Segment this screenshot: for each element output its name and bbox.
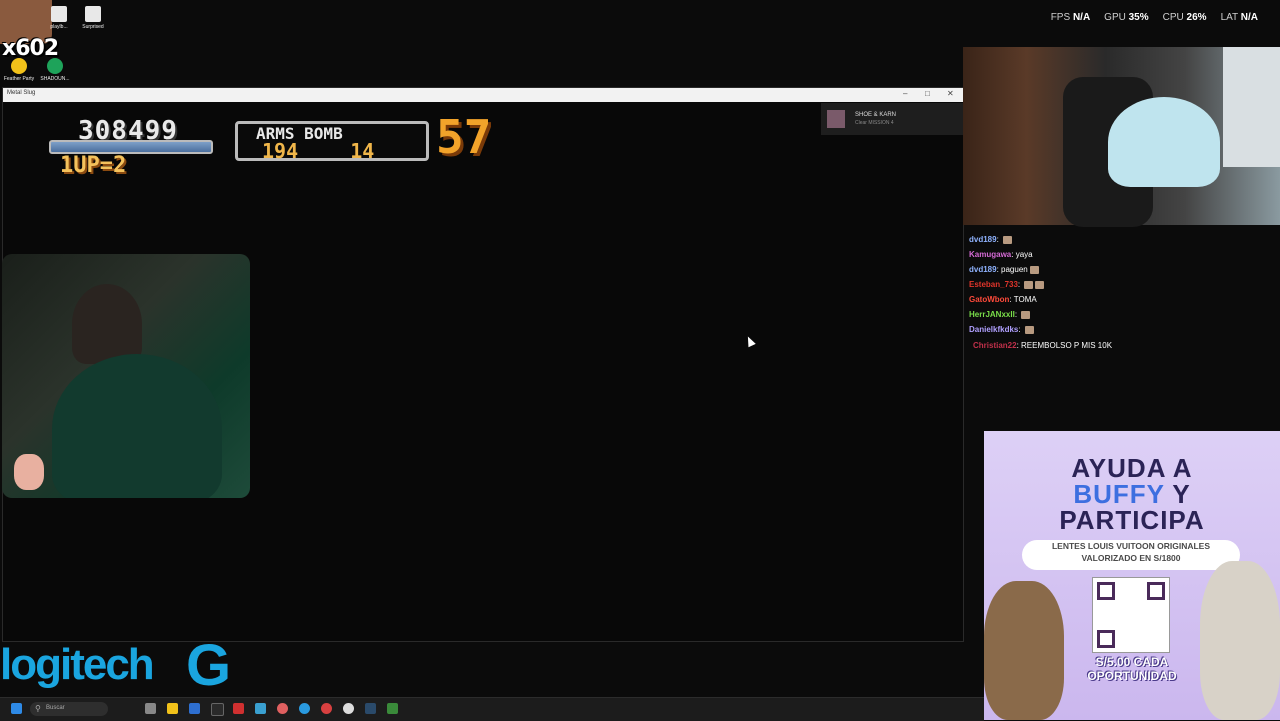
steam-icon[interactable] [365, 703, 376, 714]
prize-line2: VALORIZADO EN S/1800 [1081, 553, 1181, 563]
emote-icon [1029, 265, 1039, 274]
edge-icon[interactable] [299, 703, 310, 714]
dog-left [984, 581, 1064, 720]
app-icon[interactable] [211, 703, 224, 716]
maximize-icon[interactable]: □ [925, 89, 930, 98]
minimize-icon[interactable]: – [903, 89, 907, 98]
lat-stat: LAT N/A [1220, 12, 1258, 23]
desktop-icon[interactable]: SHADOUN... [38, 58, 72, 82]
arms-count: 194 [262, 139, 299, 163]
streamer-head [1108, 97, 1220, 187]
emote-icon [1035, 280, 1045, 289]
shelf [1223, 47, 1280, 167]
qr-code[interactable] [1092, 577, 1170, 653]
arms-bomb-values: 194 14 [262, 139, 374, 163]
chat-message: dvd189: [969, 235, 1013, 244]
cpu-stat: CPU 26% [1162, 12, 1207, 23]
chat-message: GatoWbon: TOMA [969, 295, 1037, 304]
webcam-left [2, 254, 250, 498]
app-icon[interactable] [277, 703, 288, 714]
achievement-icon [827, 110, 845, 128]
app-icon[interactable] [255, 703, 266, 714]
pig-sticker [14, 454, 44, 490]
taskbar-search[interactable]: ⚲ Buscar [30, 702, 108, 716]
emote-icon [1024, 280, 1034, 289]
gpu-stat: GPU 35% [1104, 12, 1149, 23]
chat-message: Danielkfkdks: [969, 325, 1034, 334]
streamer-head [72, 284, 142, 364]
mouse-cursor-icon [744, 334, 756, 348]
prize-line1: LENTES LOUIS VUITOON ORIGINALES [1051, 541, 1211, 551]
logitech-g-logo: G [186, 633, 232, 698]
bomb-count: 14 [350, 139, 375, 163]
achievement-desc: Clear MISSION 4 [855, 120, 894, 126]
app-icon[interactable] [233, 703, 244, 714]
chat-message: dvd189: paguen [969, 265, 1039, 274]
desktop-icon-label: Surprised [82, 24, 104, 30]
promo-line3: PARTICIPA [1059, 505, 1205, 535]
fps-stat: FPS N/A [1050, 12, 1091, 23]
chat-message: Esteban_733: [969, 280, 1045, 289]
combo-counter: x602 [2, 36, 59, 61]
file-icon [85, 6, 101, 22]
webcam-right [963, 47, 1280, 227]
window-title: Metal Slug [7, 90, 36, 96]
arms-bomb-panel: ARMS BOMB 194 14 [235, 121, 429, 163]
chat-message: Kamugawa: yaya [969, 250, 1033, 259]
achievement-title: SHOE & KARN [855, 112, 897, 118]
app-icon[interactable] [189, 703, 200, 714]
file-icon [51, 6, 67, 22]
emote-icon [1024, 325, 1034, 334]
chat-message: Christian22: REEMBOLSO P MIS 10K [973, 341, 1113, 350]
desktop-icon[interactable]: Feather Party [2, 58, 36, 82]
prize-pill: LENTES LOUIS VUITOON ORIGINALES VALORIZA… [1022, 540, 1240, 570]
dog-right [1200, 561, 1280, 720]
desktop-icon-label: Feather Party [3, 76, 35, 82]
chat-message: HerrJANxxII: [969, 310, 1031, 319]
game-icon[interactable] [387, 703, 398, 714]
chrome-icon[interactable] [321, 703, 332, 714]
emote-icon [1003, 235, 1013, 244]
search-placeholder: Buscar [46, 705, 65, 711]
close-icon[interactable]: ✕ [947, 89, 954, 98]
desktop-icon-label: playlb... [50, 24, 68, 30]
life-bar [49, 140, 213, 154]
file-explorer-icon[interactable] [167, 703, 178, 714]
window-titlebar[interactable]: Metal Slug – □ ✕ [3, 88, 963, 102]
desktop-icon-label: SHADOUN... [40, 76, 70, 82]
desktop-icon[interactable]: playlb... [42, 6, 76, 30]
windows-start-icon[interactable] [11, 703, 22, 714]
desktop-icon[interactable]: Surprised [76, 6, 110, 30]
lives-counter: 1UP=2 [60, 153, 127, 178]
logitech-logo: logitech [0, 640, 155, 689]
emote-icon [1021, 310, 1031, 319]
mission-timer: 57 [436, 110, 492, 164]
task-view-icon[interactable] [145, 703, 156, 714]
performance-stats: FPS N/A GPU 35% CPU 26% LAT N/A [1051, 12, 1258, 23]
search-icon: ⚲ [35, 704, 41, 713]
achievement-toast: SHOE & KARN Clear MISSION 4 [821, 103, 963, 135]
taskbar: ⚲ Buscar [0, 697, 984, 721]
obs-icon[interactable] [343, 703, 354, 714]
streamer-body [52, 354, 222, 498]
promo-banner: AYUDA A BUFFY Y PARTICIPA LENTES LOUIS V… [984, 431, 1280, 720]
